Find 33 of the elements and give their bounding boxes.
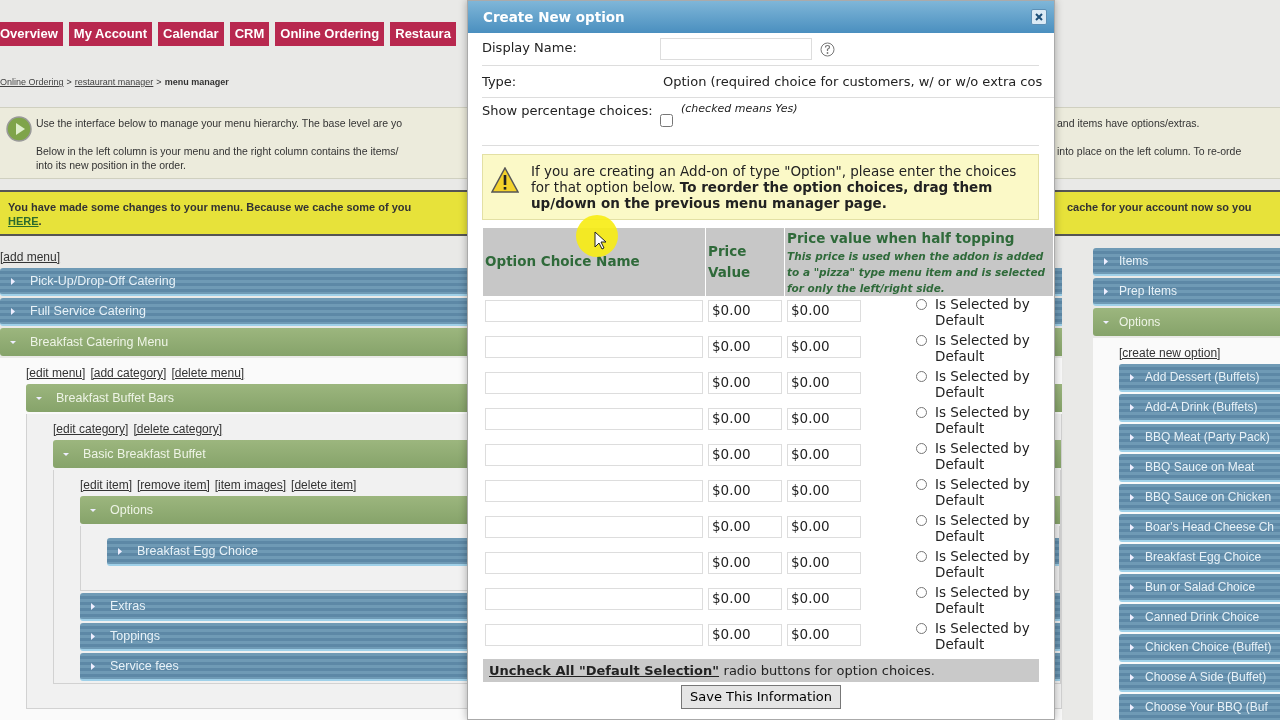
breadcrumb-current: menu manager <box>164 76 229 89</box>
field-label: Type: <box>482 73 518 91</box>
column-title: Price Value <box>708 242 752 282</box>
warning-text: If you are creating an Add-on of type "Option", please enter the choices for that option below. To reorder the option choices, drag them up/down on the previous menu manager page. <box>531 162 1018 211</box>
checkbox-hint: (checked means Yes) <box>681 100 798 117</box>
column-note: This price is used when the addon is added to a "pizza" type menu item and is selected for only the left/right side. <box>787 248 1047 296</box>
info-text: and items have options/extras. <box>1057 116 1201 130</box>
field-label: Show percentage choices: <box>482 101 654 120</box>
radio-label: Is Selected by Default <box>935 619 1031 652</box>
radio-label: Is Selected by Default <box>935 367 1031 400</box>
type-value: Option (required choice for customers, w/ or w/o extra cos <box>663 73 1043 91</box>
radio-label: Is Selected by Default <box>935 511 1031 544</box>
dialog-title: Create New option <box>483 7 625 27</box>
notice-text: cache for your account now so you <box>1067 200 1253 215</box>
notice-text: . <box>38 215 42 227</box>
uncheck-text: radio buttons for option choices. <box>723 662 935 678</box>
radio-label: Is Selected by Default <box>935 331 1031 364</box>
info-text: into its new position in the order. <box>36 158 187 172</box>
breadcrumb-separator: > <box>66 76 72 89</box>
radio-label: Is Selected by Default <box>935 439 1031 472</box>
info-text: Below in the left column is your menu and the right column contains the items/ <box>36 144 400 158</box>
column-title: Price value when half topping <box>787 228 1016 248</box>
info-text: Use the interface below to manage your menu hierarchy. The base level are yo <box>36 116 404 130</box>
field-label: Display Name: <box>482 39 578 57</box>
breadcrumb-separator: > <box>156 76 162 89</box>
radio-label: Is Selected by Default <box>935 547 1031 580</box>
notice-text: You have made some changes to your menu. Because we cache some of you <box>8 200 413 214</box>
radio-label: Is Selected by Default <box>935 475 1031 508</box>
radio-label: Is Selected by Default <box>935 403 1031 436</box>
column-title: Option Choice Name <box>485 252 641 272</box>
radio-label: Is Selected by Default <box>935 295 1031 328</box>
info-text: into place on the left column. To re-orde <box>1057 144 1243 158</box>
radio-label: Is Selected by Default <box>935 583 1031 616</box>
